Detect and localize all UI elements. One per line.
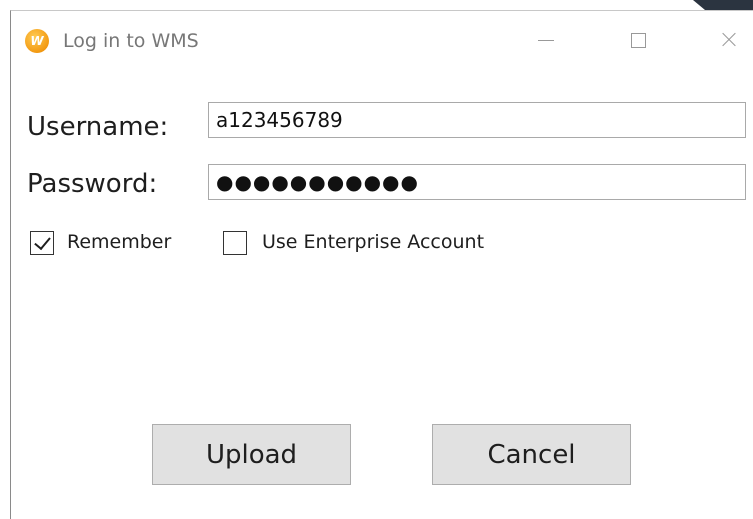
login-dialog: W Log in to WMS Username: a123456789 Pas… (10, 10, 753, 519)
minimize-icon (538, 39, 554, 41)
checkmark-icon (34, 232, 51, 251)
remember-checkbox[interactable] (30, 231, 54, 255)
enterprise-checkbox[interactable] (223, 231, 247, 255)
app-logo-icon: W (25, 29, 49, 53)
app-logo-letter: W (30, 34, 44, 48)
remember-label[interactable]: Remember (67, 230, 171, 254)
username-input[interactable]: a123456789 (208, 102, 746, 138)
cancel-button[interactable]: Cancel (432, 424, 631, 485)
minimize-button[interactable] (531, 25, 561, 55)
close-button[interactable] (714, 25, 744, 55)
maximize-icon (630, 32, 646, 48)
close-icon (720, 31, 738, 49)
password-label: Password: (27, 169, 158, 199)
enterprise-label[interactable]: Use Enterprise Account (262, 230, 484, 254)
username-label: Username: (27, 112, 169, 142)
window-title: Log in to WMS (63, 30, 199, 52)
password-input[interactable]: ●●●●●●●●●●● (208, 164, 746, 200)
title-bar[interactable]: W Log in to WMS (11, 11, 753, 73)
background-corner (693, 0, 753, 10)
upload-button[interactable]: Upload (152, 424, 351, 485)
maximize-button[interactable] (623, 25, 653, 55)
